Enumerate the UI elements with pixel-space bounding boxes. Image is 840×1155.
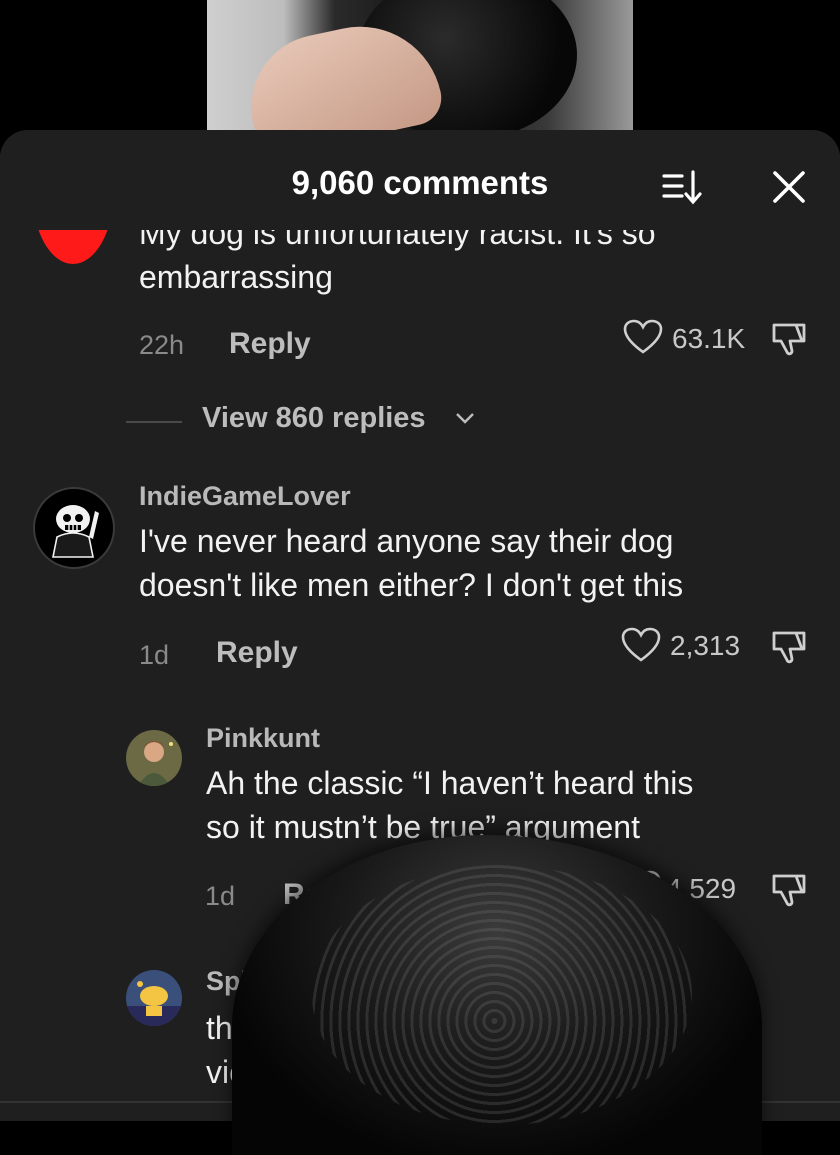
- comment-username[interactable]: Pinkkunt: [206, 723, 320, 754]
- reply-button[interactable]: Reply: [229, 327, 311, 361]
- comment-time: 1d: [205, 881, 236, 911]
- comment-time: 1d: [139, 640, 170, 670]
- comments-count-title: 9,060 comments: [291, 164, 549, 201]
- sort-icon[interactable]: [660, 168, 704, 208]
- view-replies-label: View 860 replies: [202, 402, 426, 434]
- like-count: 63.1K: [672, 323, 746, 354]
- video-background: [0, 0, 840, 140]
- reply-button[interactable]: Reply: [216, 636, 298, 670]
- avatar[interactable]: [33, 487, 115, 569]
- heart-icon[interactable]: [623, 319, 663, 355]
- character-avatar-icon: [126, 981, 182, 1026]
- like-count: 2,313: [670, 630, 741, 661]
- chevron-down-icon: [456, 413, 474, 424]
- video-thumbnail[interactable]: [207, 0, 633, 140]
- comment-text-line: embarrassing: [139, 259, 333, 295]
- dislike-icon[interactable]: [770, 319, 808, 357]
- skeleton-avatar-icon: [52, 505, 99, 558]
- avatar[interactable]: [126, 730, 182, 786]
- comment-time: 22h: [139, 330, 185, 360]
- comment-text-line: doesn't like men either? I don't get thi…: [139, 567, 684, 603]
- comment-text-line: Ah the classic “I haven’t heard this: [206, 765, 694, 801]
- dislike-icon[interactable]: [770, 627, 808, 665]
- comments-header: 9,060 comments: [0, 130, 840, 230]
- comment-username[interactable]: IndieGameLover: [139, 481, 351, 512]
- dislike-icon[interactable]: [770, 870, 808, 908]
- comment-text-line: I've never heard anyone say their dog: [139, 523, 674, 559]
- avatar[interactable]: [126, 970, 182, 1026]
- divider-line: [126, 421, 182, 423]
- close-icon[interactable]: [768, 166, 810, 208]
- person-avatar-icon: [138, 741, 173, 786]
- heart-icon[interactable]: [621, 627, 661, 663]
